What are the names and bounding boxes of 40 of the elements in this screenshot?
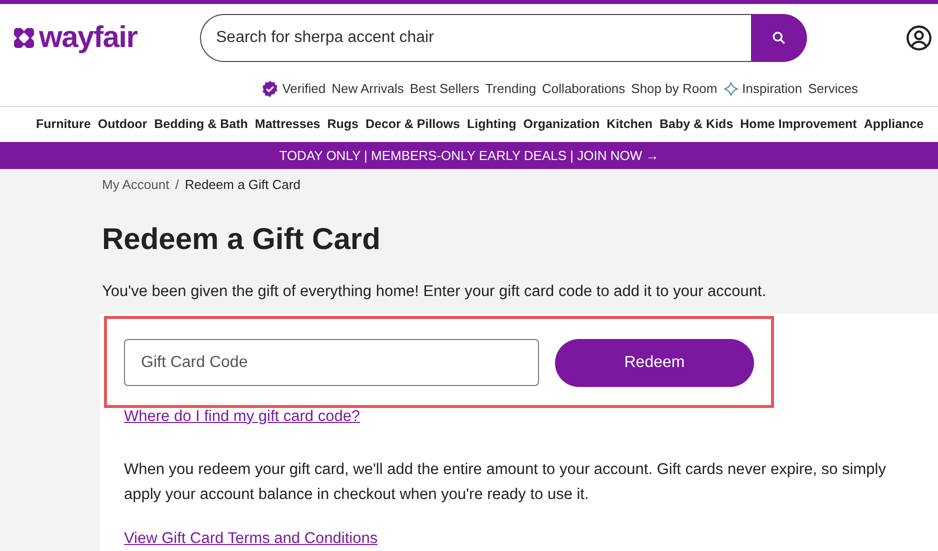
breadcrumb-link[interactable]: My Account <box>102 175 170 194</box>
gift-card-code-field[interactable]: Gift Card Code <box>124 339 539 386</box>
category-link[interactable]: Decor & Pillows <box>365 115 460 134</box>
top-link[interactable]: Verified <box>261 79 326 99</box>
redeem-button[interactable]: Redeem <box>555 338 754 387</box>
search-field[interactable]: Search for sherpa accent chair <box>200 14 751 62</box>
category-link[interactable]: Kitchen <box>606 115 653 134</box>
promo-banner[interactable]: TODAY ONLY | MEMBERS-ONLY EARLY DEALS | JOIN NOW → <box>0 142 938 169</box>
category-link[interactable]: Bedding & Bath <box>154 115 248 134</box>
category-link[interactable]: Rugs <box>327 115 358 134</box>
info-text: When you redeem your gift card, we'll add the entire amount to your account. Gift cards never expire, so simply apply your account balance in checkout when you're ready to use it. <box>124 460 887 505</box>
top-link[interactable]: Inspiration <box>723 79 802 99</box>
category-link[interactable]: Home Improvement <box>740 115 857 134</box>
logo-wordmark[interactable]: wayfair <box>39 23 138 53</box>
category-link[interactable]: Mattresses <box>254 115 320 134</box>
sparkle-icon <box>723 81 740 97</box>
search-icon <box>771 30 787 46</box>
breadcrumb-link[interactable]: Redeem a Gift Card <box>184 175 300 194</box>
category-link[interactable]: Furniture <box>36 115 91 134</box>
search-button[interactable] <box>751 14 807 62</box>
top-link[interactable]: Collaborations <box>542 79 626 99</box>
help-link[interactable]: Where do I find my gift card code? <box>124 404 360 428</box>
top-link[interactable]: Services <box>808 79 858 99</box>
account-icon <box>906 25 932 51</box>
top-link[interactable]: New Arrivals <box>332 79 404 99</box>
page-title: Redeem a Gift Card <box>101 224 382 254</box>
verified-badge-icon <box>261 80 280 98</box>
category-link[interactable]: Outdoor <box>98 115 148 134</box>
terms-link[interactable]: View Gift Card Terms and Conditions <box>124 526 378 550</box>
top-link[interactable]: Shop by Room <box>631 79 718 99</box>
logo-icon <box>12 26 36 50</box>
category-link[interactable]: Appliance <box>864 115 924 134</box>
category-link[interactable]: Lighting <box>466 115 516 134</box>
top-link[interactable]: Best Sellers <box>410 79 480 99</box>
top-link[interactable]: Trending <box>485 79 536 99</box>
category-link[interactable]: Baby & Kids <box>660 115 734 134</box>
intro-text: You've been given the gift of everything home! Enter your gift card code to add it to your account. <box>101 282 768 302</box>
category-link[interactable]: Organization <box>523 115 600 134</box>
account-button[interactable] <box>906 25 932 51</box>
breadcrumb-separator: / <box>175 176 179 194</box>
